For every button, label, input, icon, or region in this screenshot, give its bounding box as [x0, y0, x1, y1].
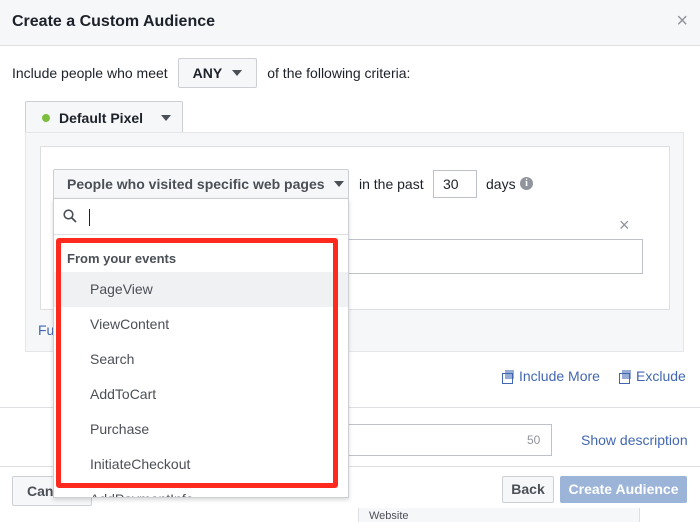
dialog-header: Create a Custom Audience × [0, 0, 700, 46]
event-option-initiatecheckout[interactable]: InitiateCheckout [54, 447, 348, 482]
url-contains-input[interactable] [340, 239, 643, 274]
include-more-link[interactable]: Include More [502, 368, 600, 384]
criteria-prefix: Include people who meet [12, 65, 168, 81]
pixel-status-icon [42, 113, 50, 122]
criteria-row: Include people who meet ANY of the follo… [12, 58, 410, 88]
event-option-purchase[interactable]: Purchase [54, 412, 348, 447]
dialog-title: Create a Custom Audience [12, 13, 216, 30]
match-any-dropdown[interactable]: ANY [177, 58, 258, 88]
further-refine-link[interactable]: Fu [38, 322, 54, 338]
chevron-down-icon [333, 181, 344, 187]
event-dropdown: From your events PageView ViewContent Se… [53, 198, 349, 498]
include-icon [502, 369, 515, 384]
remove-rule-icon[interactable]: × [619, 216, 630, 234]
show-description-link[interactable]: Show description [581, 432, 688, 448]
visit-type-dropdown[interactable]: People who visited specific web pages [53, 169, 349, 199]
back-button[interactable]: Back [502, 476, 554, 503]
pixel-selector[interactable]: Default Pixel [25, 101, 183, 133]
close-icon[interactable]: × [676, 11, 688, 31]
include-more-label: Include More [519, 368, 600, 384]
event-option-addtocart[interactable]: AddToCart [54, 377, 348, 412]
create-audience-button[interactable]: Create Audience [560, 476, 687, 503]
exclude-icon [619, 369, 632, 384]
background-website-label: Website [358, 508, 640, 522]
days-label: days [486, 176, 516, 192]
exclude-link[interactable]: Exclude [619, 368, 686, 384]
days-input[interactable]: 30 [433, 170, 477, 198]
text-cursor [89, 209, 90, 226]
event-option-search[interactable]: Search [54, 342, 348, 377]
exclude-label: Exclude [636, 368, 686, 384]
event-option-pageview[interactable]: PageView [54, 272, 348, 307]
group-label: From your events [67, 251, 177, 266]
search-icon [63, 209, 77, 223]
char-count: 50 [527, 433, 541, 447]
chevron-down-icon [161, 114, 172, 121]
event-search-input[interactable] [54, 199, 348, 235]
chevron-down-icon [232, 70, 243, 76]
event-option-addpaymentinfo[interactable]: AddPaymentInfo [54, 482, 348, 497]
pixel-label: Default Pixel [59, 109, 144, 126]
info-icon[interactable]: i [520, 177, 533, 190]
event-option-viewcontent[interactable]: ViewContent [54, 307, 348, 342]
criteria-suffix: of the following criteria: [267, 65, 411, 81]
match-any-label: ANY [192, 65, 223, 81]
in-the-past-label: in the past [359, 176, 424, 192]
visit-type-label: People who visited specific web pages [67, 176, 325, 192]
audience-name-input[interactable] [340, 424, 552, 456]
